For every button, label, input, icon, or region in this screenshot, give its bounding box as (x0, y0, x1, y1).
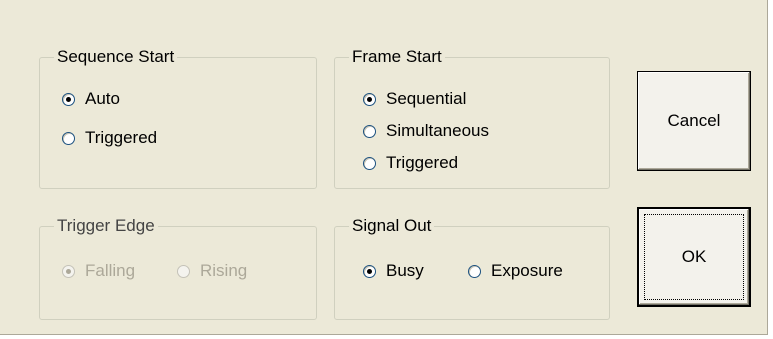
sequence-start-group: Sequence Start Auto Triggered (39, 46, 317, 189)
radio-checked-icon (62, 264, 75, 278)
radio-unchecked-icon (177, 264, 190, 278)
radio-unchecked-icon (468, 264, 481, 278)
trigger-edge-title: Trigger Edge (54, 215, 158, 237)
focus-rect (644, 214, 744, 300)
window-border-right-outer (768, 0, 773, 339)
radio-trigger-falling: Falling (62, 260, 135, 282)
radio-unchecked-icon (363, 156, 376, 170)
radio-label: Exposure (491, 261, 563, 280)
trigger-edge-group: Trigger Edge Falling Rising (39, 215, 317, 320)
radio-sequence-auto[interactable]: Auto (62, 88, 120, 110)
radio-unchecked-icon (363, 124, 376, 138)
radio-label: Rising (200, 261, 248, 280)
ok-button[interactable]: OK (637, 207, 751, 307)
radio-signal-exposure[interactable]: Exposure (468, 260, 563, 282)
window-border-bottom-outer (0, 335, 773, 339)
dialog-window: Sequence Start Auto Triggered Frame Star… (0, 0, 773, 339)
radio-label: Busy (386, 261, 424, 280)
radio-checked-icon (363, 264, 376, 278)
radio-frame-triggered[interactable]: Triggered (363, 152, 458, 174)
radio-frame-simultaneous[interactable]: Simultaneous (363, 120, 489, 142)
frame-start-title: Frame Start (349, 46, 445, 68)
radio-signal-busy[interactable]: Busy (363, 260, 424, 282)
sequence-start-title: Sequence Start (54, 46, 178, 68)
frame-start-group: Frame Start Sequential Simultaneous Trig… (334, 46, 610, 189)
signal-out-group: Signal Out Busy Exposure (334, 215, 610, 320)
radio-label: Simultaneous (386, 121, 490, 140)
radio-checked-icon (363, 92, 376, 106)
radio-label: Triggered (386, 153, 459, 172)
radio-label: Falling (85, 261, 136, 280)
radio-frame-sequential[interactable]: Sequential (363, 88, 466, 110)
cancel-button[interactable]: Cancel (637, 71, 751, 171)
radio-trigger-rising: Rising (177, 260, 247, 282)
radio-label: Sequential (386, 89, 467, 108)
radio-unchecked-icon (62, 131, 75, 145)
radio-label: Triggered (85, 128, 158, 147)
radio-label: Auto (85, 89, 120, 108)
cancel-button-label: Cancel (667, 111, 721, 130)
radio-sequence-triggered[interactable]: Triggered (62, 127, 157, 149)
radio-checked-icon (62, 92, 75, 106)
signal-out-title: Signal Out (349, 215, 435, 237)
